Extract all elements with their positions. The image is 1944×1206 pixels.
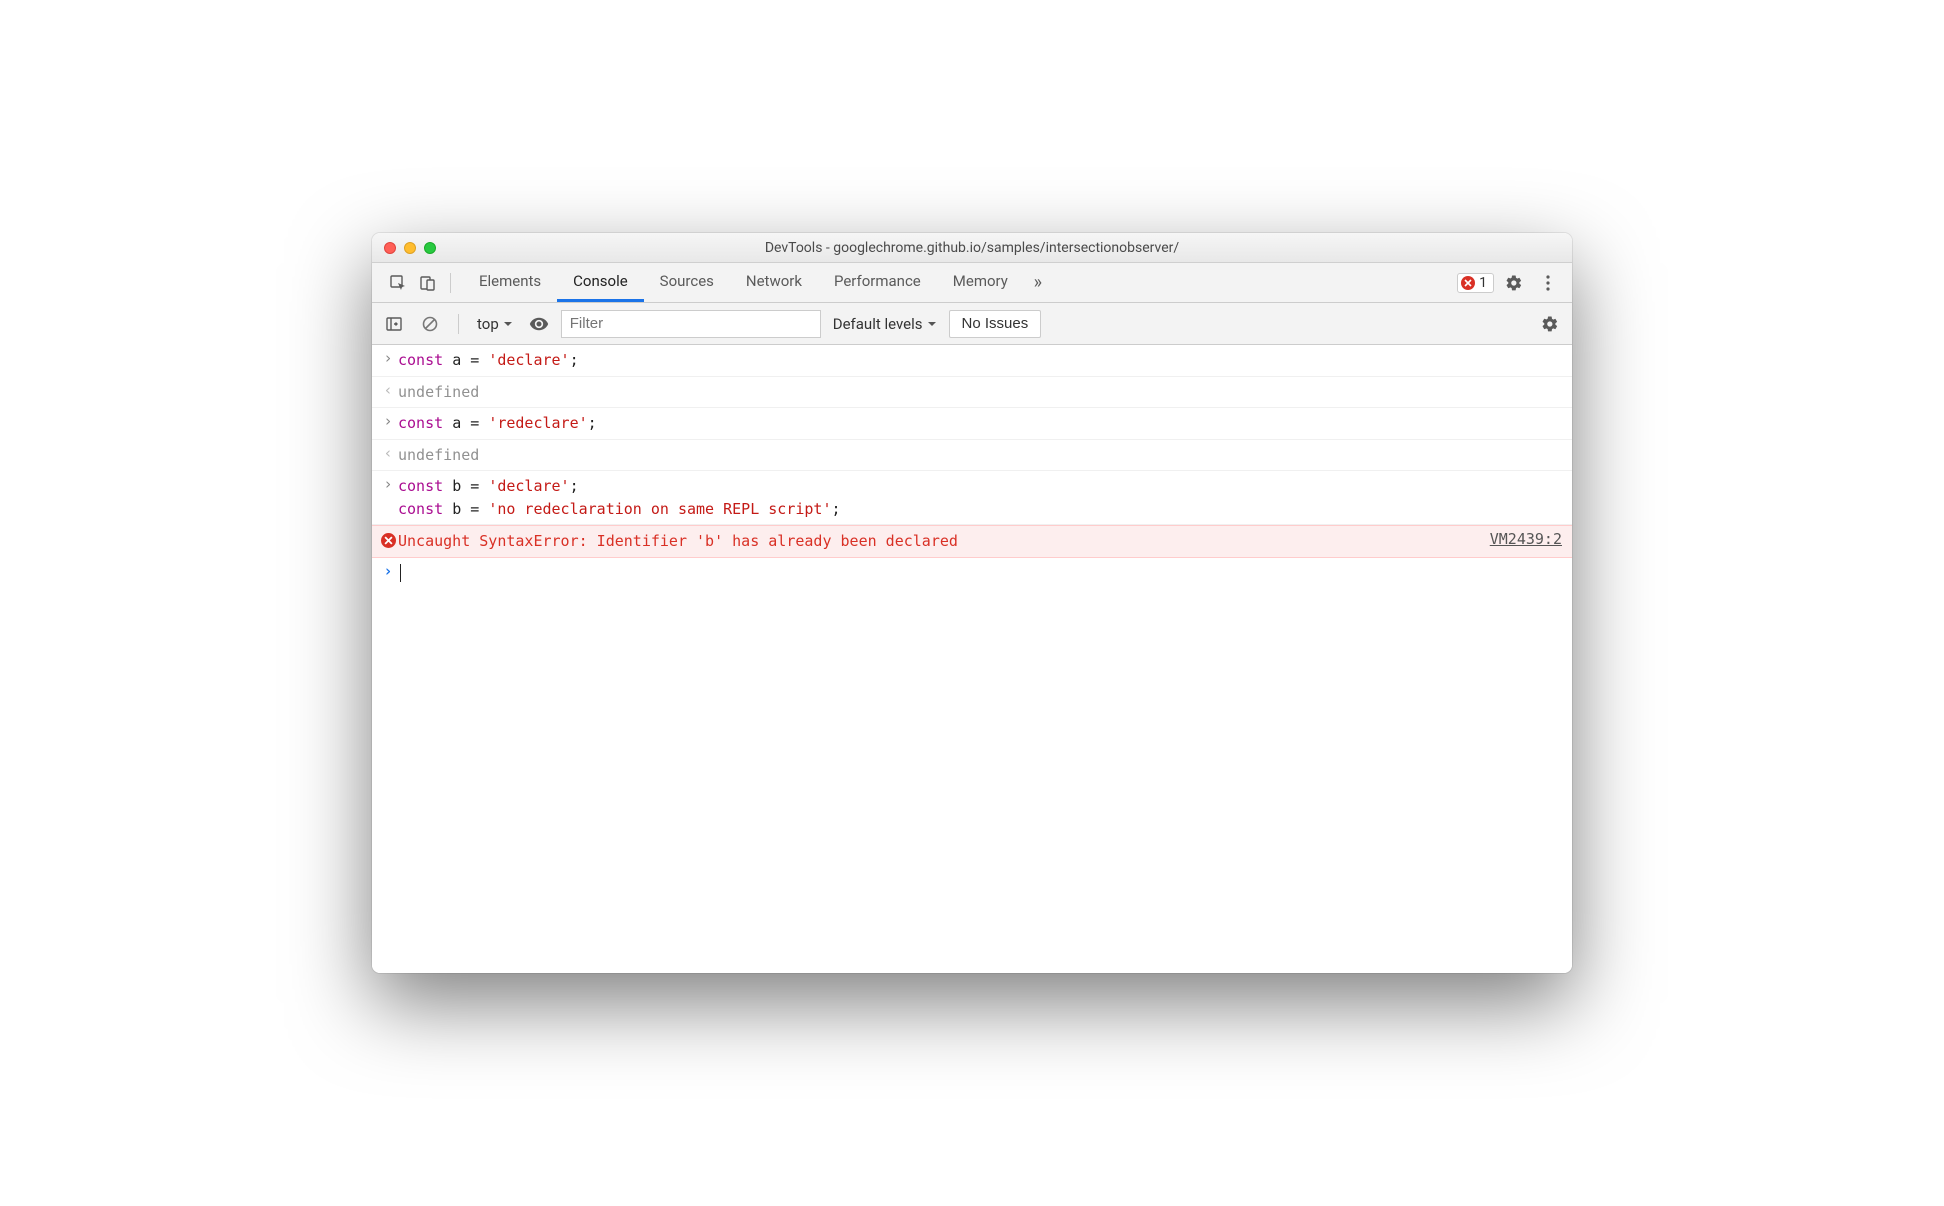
separator: [458, 314, 459, 334]
traffic-lights: [372, 242, 436, 254]
input-prompt-icon: ›: [383, 349, 392, 367]
more-tabs-button[interactable]: »: [1024, 269, 1052, 297]
console-row: Uncaught SyntaxError: Identifier 'b' has…: [372, 525, 1572, 558]
clear-console-icon[interactable]: [416, 310, 444, 338]
chevron-down-icon: [503, 319, 513, 329]
console-sidebar-toggle-icon[interactable]: [380, 310, 408, 338]
context-selector[interactable]: top: [473, 313, 517, 335]
device-toolbar-icon[interactable]: [414, 269, 442, 297]
devtools-window: DevTools - googlechrome.github.io/sample…: [372, 233, 1572, 973]
filter-input[interactable]: [561, 310, 821, 338]
console-input: const b = 'declare'; const b = 'no redec…: [398, 475, 1562, 520]
prompt-icon: ›: [383, 562, 392, 580]
input-prompt-icon: ›: [383, 412, 392, 430]
error-icon: [1461, 276, 1475, 290]
console-row: › const a = 'declare';: [372, 345, 1572, 377]
tab-sources[interactable]: Sources: [644, 263, 730, 302]
console-input: const a = 'redeclare';: [398, 412, 1562, 435]
more-options-icon[interactable]: [1534, 269, 1562, 297]
context-label: top: [477, 315, 499, 333]
tab-memory[interactable]: Memory: [937, 263, 1024, 302]
console-row: › const a = 'redeclare';: [372, 408, 1572, 440]
console-row: ›: [372, 558, 1572, 589]
error-message: Uncaught SyntaxError: Identifier 'b' has…: [398, 530, 1478, 553]
log-levels-selector[interactable]: Default levels: [829, 315, 941, 333]
error-source-link[interactable]: VM2439:2: [1478, 530, 1562, 548]
window-title: DevTools - googlechrome.github.io/sample…: [372, 240, 1572, 256]
console-settings-icon[interactable]: [1536, 310, 1564, 338]
output-prompt-icon: ‹: [383, 381, 392, 399]
tab-console[interactable]: Console: [557, 263, 644, 302]
levels-label: Default levels: [833, 315, 923, 333]
chevron-down-icon: [927, 319, 937, 329]
text-caret: [400, 564, 401, 582]
tab-network[interactable]: Network: [730, 263, 818, 302]
console-output-value: undefined: [398, 383, 479, 401]
console-row: ‹ undefined: [372, 440, 1572, 472]
zoom-window-button[interactable]: [424, 242, 436, 254]
console-row: › const b = 'declare'; const b = 'no rede…: [372, 471, 1572, 525]
console-input: const a = 'declare';: [398, 349, 1562, 372]
console-input-line[interactable]: [398, 562, 1562, 585]
console-output[interactable]: › const a = 'declare'; ‹ undefined › const a …: [372, 345, 1572, 973]
error-icon: [378, 530, 398, 549]
console-toolbar: top Default levels No Issues: [372, 303, 1572, 345]
output-prompt-icon: ‹: [383, 444, 392, 462]
main-tabbar: ElementsConsoleSourcesNetworkPerformance…: [372, 263, 1572, 303]
error-count: 1: [1479, 275, 1487, 291]
close-window-button[interactable]: [384, 242, 396, 254]
console-output-value: undefined: [398, 446, 479, 464]
input-prompt-icon: ›: [383, 475, 392, 493]
console-row: ‹ undefined: [372, 377, 1572, 409]
settings-icon[interactable]: [1500, 269, 1528, 297]
error-count-badge[interactable]: 1: [1457, 273, 1494, 293]
inspect-element-icon[interactable]: [384, 269, 412, 297]
minimize-window-button[interactable]: [404, 242, 416, 254]
live-expression-icon[interactable]: [525, 310, 553, 338]
tab-elements[interactable]: Elements: [463, 263, 557, 302]
tab-performance[interactable]: Performance: [818, 263, 937, 302]
issues-button[interactable]: No Issues: [949, 310, 1042, 338]
separator: [450, 273, 451, 293]
panel-tabs: ElementsConsoleSourcesNetworkPerformance…: [463, 263, 1024, 302]
titlebar: DevTools - googlechrome.github.io/sample…: [372, 233, 1572, 263]
